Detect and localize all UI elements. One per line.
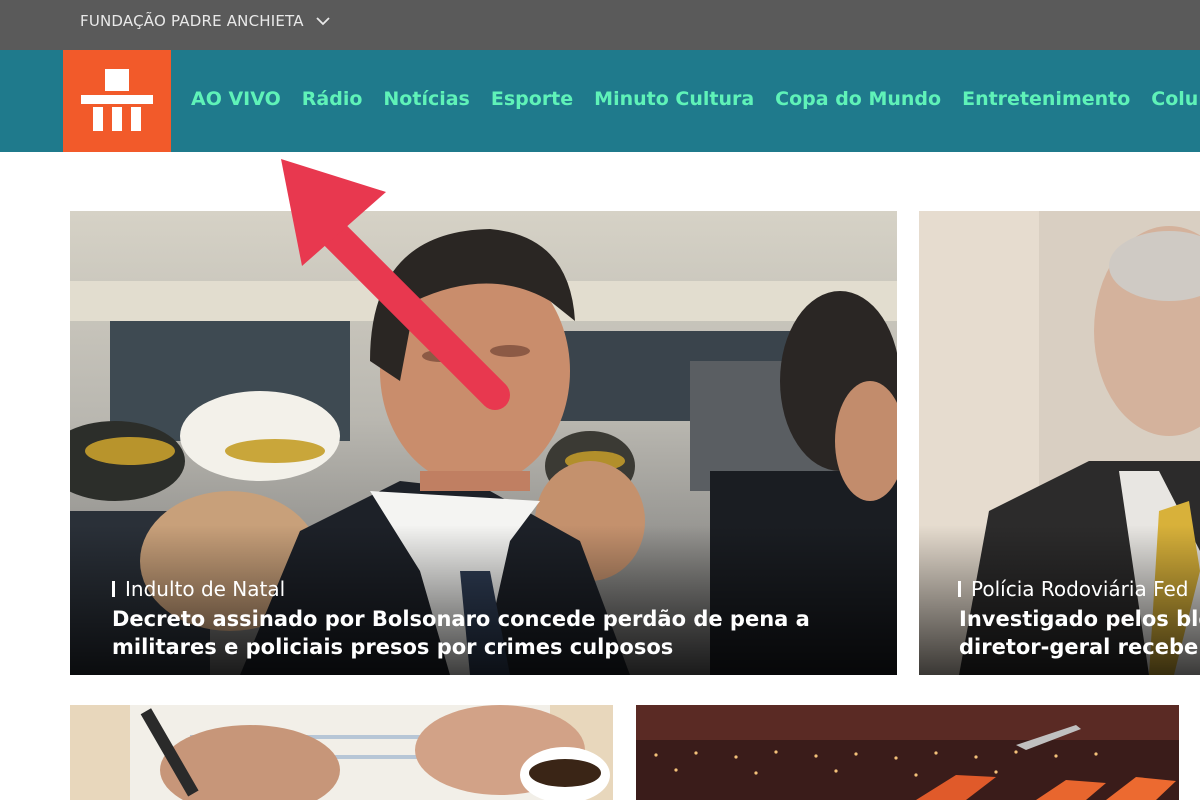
kicker-text: Polícia Rodoviária Fed <box>971 577 1189 601</box>
kicker-bar <box>958 581 961 597</box>
news-photo <box>70 705 613 800</box>
nav-ao-vivo[interactable]: AO VIVO <box>191 86 281 114</box>
news-headline-line1[interactable]: Investigado pelos blo <box>959 605 1200 633</box>
news-headline-line2[interactable]: diretor-geral recebe a <box>959 633 1200 661</box>
main-navbar: AO VIVO Rádio Notícias Esporte Minuto Cu… <box>0 50 1200 152</box>
tv-cultura-logo-icon <box>81 69 153 131</box>
nav-entretenimento[interactable]: Entretenimento <box>962 86 1130 114</box>
news-kicker: Polícia Rodoviária Fed <box>958 577 1188 601</box>
news-card-paperwork[interactable] <box>70 705 613 800</box>
nav-noticias[interactable]: Notícias <box>383 86 469 114</box>
news-headline-line2[interactable]: militares e policiais presos por crimes … <box>112 633 673 661</box>
featured-news-card[interactable]: Indulto de Natal Decreto assinado por Bo… <box>70 211 897 675</box>
news-photo <box>636 705 1179 800</box>
nav-esporte[interactable]: Esporte <box>491 86 573 114</box>
nav-colunas[interactable]: Colunas <box>1151 86 1200 114</box>
foundation-menu[interactable]: FUNDAÇÃO PADRE ANCHIETA <box>80 10 330 32</box>
foundation-label: FUNDAÇÃO PADRE ANCHIETA <box>80 12 304 30</box>
kicker-text: Indulto de Natal <box>125 577 286 601</box>
site-logo[interactable] <box>63 50 171 152</box>
news-headline-line1[interactable]: Decreto assinado por Bolsonaro concede p… <box>112 605 810 633</box>
top-bar: FUNDAÇÃO PADRE ANCHIETA <box>0 0 1200 50</box>
nav-minuto-cultura[interactable]: Minuto Cultura <box>594 86 754 114</box>
news-kicker: Indulto de Natal <box>112 577 285 601</box>
kicker-bar <box>112 581 115 597</box>
side-news-card[interactable]: Polícia Rodoviária Fed Investigado pelos… <box>919 211 1200 675</box>
nav-radio[interactable]: Rádio <box>302 86 363 114</box>
main-menu: AO VIVO Rádio Notícias Esporte Minuto Cu… <box>191 86 1200 114</box>
chevron-down-icon <box>316 16 330 26</box>
news-card-airport[interactable] <box>636 705 1179 800</box>
nav-copa-do-mundo[interactable]: Copa do Mundo <box>775 86 941 114</box>
